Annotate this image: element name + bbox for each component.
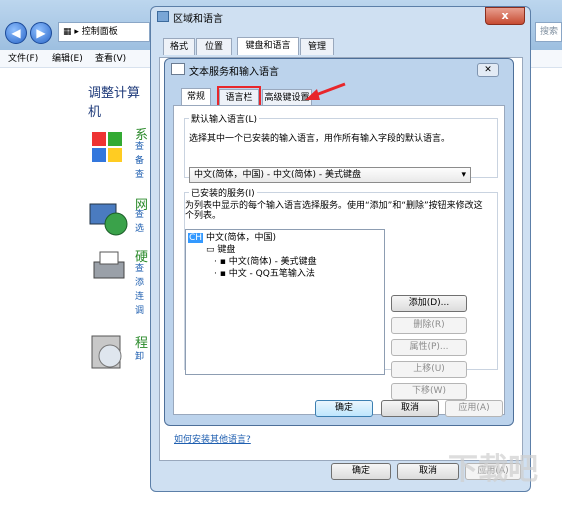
inner-ok-button[interactable]: 确定: [315, 400, 373, 417]
inner-close-button[interactable]: ✕: [477, 63, 499, 77]
services-tree[interactable]: CH 中文(简体，中国) ▭ 键盘 · ▪ 中文(简体) - 美式键盘 · ▪ …: [185, 229, 385, 375]
system-security-icon: [88, 124, 130, 164]
category-system-link[interactable]: 备: [135, 156, 144, 167]
tree-item-label: 中文(简体) - 美式键盘: [228, 257, 317, 267]
forward-button[interactable]: ▶: [30, 22, 52, 44]
general-tab-panel: 默认输入语言(L) 选择其中一个已安装的输入语言，用作所有输入字段的默认语言。 …: [173, 105, 505, 415]
tree-bullet-icon: · ▪: [214, 257, 229, 267]
tree-keyboard-item[interactable]: · ▪ 中文 - QQ五笔输入法: [214, 269, 315, 280]
installed-services-legend: 已安装的服务(I): [191, 189, 255, 199]
text-services-dialog: 文本服务和输入语言 ✕ 常规 语言栏 高级键设置 默认输入语言(L) 选择其中一…: [164, 58, 514, 426]
category-network-link[interactable]: 选: [135, 224, 144, 235]
tab-general[interactable]: 常规: [181, 88, 211, 106]
category-system-link[interactable]: 查: [135, 170, 144, 181]
category-hardware-link[interactable]: 添: [135, 278, 144, 289]
search-input[interactable]: 搜索: [535, 22, 562, 42]
tree-keyboard-group[interactable]: ▭ 键盘: [206, 245, 235, 256]
menu-file[interactable]: 文件(F): [8, 50, 38, 68]
dialog-title: 区域和语言: [173, 14, 223, 25]
default-language-group: 默认输入语言(L) 选择其中一个已安装的输入语言，用作所有输入字段的默认语言。 …: [184, 112, 498, 183]
default-language-legend: 默认输入语言(L): [191, 115, 258, 125]
tab-administrative[interactable]: 管理: [300, 38, 334, 55]
keyboard-icon: [171, 63, 185, 75]
site-watermark: 下载吧: [448, 452, 538, 487]
category-system-title[interactable]: 系: [135, 124, 148, 143]
programs-disc-icon: [88, 332, 130, 372]
page-heading: 调整计算机: [88, 86, 141, 120]
control-panel-content: 调整计算机 系 查 备 查 网 查 选 硬 查 添 连 调 程 卸: [0, 68, 150, 507]
default-language-value: 中文(简体，中国) - 中文(简体) - 美式键盘: [194, 170, 361, 180]
network-globe-icon: [88, 198, 130, 238]
tree-bullet-icon: · ▪: [214, 269, 229, 279]
remove-button[interactable]: 删除(R): [391, 317, 467, 334]
annotation-arrow-icon: [305, 82, 346, 100]
category-system-link[interactable]: 查: [135, 142, 144, 153]
category-hardware-link[interactable]: 查: [135, 264, 144, 275]
installed-services-desc: 为列表中显示的每个输入语言选择服务。使用“添加”和“删除”按钮来修改这个列表。: [185, 201, 483, 221]
dropdown-arrow-icon: ▾: [461, 170, 466, 180]
back-button[interactable]: ◀: [5, 22, 27, 44]
category-hardware-link[interactable]: 调: [135, 306, 144, 317]
category-programs-title[interactable]: 程: [135, 332, 148, 351]
globe-icon: [157, 11, 169, 22]
inner-cancel-button[interactable]: 取消: [381, 400, 439, 417]
category-hardware-link[interactable]: 连: [135, 292, 144, 303]
tab-location[interactable]: 位置: [196, 38, 232, 55]
printer-icon: [88, 248, 130, 288]
tree-language-label: 中文(简体，中国): [205, 233, 276, 243]
close-button[interactable]: x: [485, 7, 525, 25]
outer-ok-button[interactable]: 确定: [331, 463, 391, 480]
tab-keyboards-languages[interactable]: 键盘和语言: [237, 37, 299, 55]
tree-item-label: 中文 - QQ五笔输入法: [228, 269, 315, 279]
install-languages-link[interactable]: 如何安装其他语言?: [174, 432, 251, 445]
tree-group-label: 键盘: [217, 245, 236, 255]
category-hardware-title[interactable]: 硬: [135, 246, 148, 265]
default-language-desc: 选择其中一个已安装的输入语言，用作所有输入字段的默认语言。: [189, 134, 451, 144]
language-badge: CH: [188, 233, 204, 243]
folder-icon: ▦ ▸: [63, 27, 79, 37]
category-network-link[interactable]: 查: [135, 210, 144, 221]
menu-view[interactable]: 查看(V): [95, 50, 126, 68]
inner-dialog-title: 文本服务和输入语言: [189, 67, 279, 78]
move-down-button[interactable]: 下移(W): [391, 383, 467, 400]
address-text: 控制面板: [81, 27, 118, 37]
menu-edit[interactable]: 编辑(E): [52, 50, 83, 68]
tab-formats[interactable]: 格式: [163, 38, 195, 55]
properties-button[interactable]: 属性(P)...: [391, 339, 467, 356]
installed-services-group: 已安装的服务(I) 为列表中显示的每个输入语言选择服务。使用“添加”和“删除”按…: [184, 186, 498, 400]
move-up-button[interactable]: 上移(U): [391, 361, 467, 378]
default-language-select[interactable]: 中文(简体，中国) - 中文(简体) - 美式键盘 ▾: [189, 167, 471, 183]
tree-keyboard-item[interactable]: · ▪ 中文(简体) - 美式键盘: [214, 257, 317, 268]
keyboard-group-icon: ▭: [206, 245, 215, 255]
category-programs-link[interactable]: 卸: [135, 352, 144, 363]
inner-apply-button[interactable]: 应用(A): [445, 400, 503, 417]
address-bar[interactable]: ▦ ▸ 控制面板: [58, 22, 150, 42]
add-button[interactable]: 添加(D)...: [391, 295, 467, 312]
tree-language-row[interactable]: CH 中文(简体，中国): [188, 233, 276, 244]
